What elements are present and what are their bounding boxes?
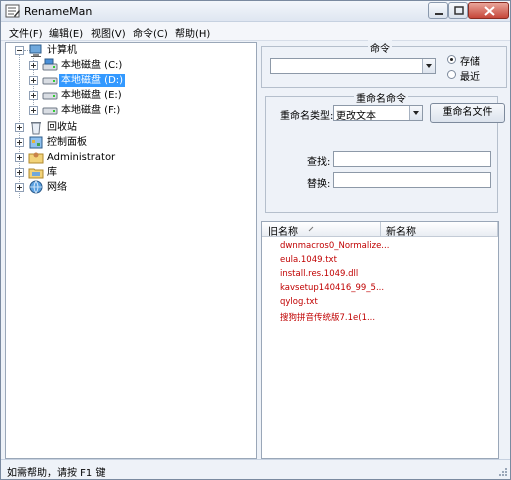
column-old-name[interactable]: 旧名称 bbox=[268, 223, 298, 238]
tree-item-network[interactable]: 网络 bbox=[10, 180, 250, 195]
column-separator[interactable] bbox=[380, 222, 381, 237]
app-window: RenameMan 文件(F) 编辑(E) 视图(V) 命令(C) 帮助(H) bbox=[0, 0, 511, 480]
tree-item-computer[interactable]: 计算机 bbox=[10, 43, 250, 58]
command-group-title: 命令 bbox=[368, 40, 392, 55]
list-item-old-name: qylog.txt bbox=[280, 297, 318, 307]
radio-store[interactable] bbox=[447, 55, 456, 64]
drive-icon bbox=[42, 77, 58, 85]
folder-tree[interactable]: 计算机 本地磁盘 (C:) 本地磁盘 (D:) 本地磁盘 (E:) 本地磁盘 (… bbox=[5, 42, 257, 459]
tree-item-administrator[interactable]: Administrator bbox=[10, 150, 250, 165]
menu-help[interactable]: 帮助(H) bbox=[175, 25, 210, 40]
library-icon bbox=[28, 168, 44, 179]
tree-item-drive-f[interactable]: 本地磁盘 (F:) bbox=[10, 103, 250, 118]
list-item[interactable]: eula.1049.txt bbox=[280, 255, 337, 265]
find-label: 查找: bbox=[307, 157, 331, 168]
minimize-button[interactable] bbox=[428, 2, 448, 19]
list-item[interactable]: kavsetup140416_99_5... bbox=[280, 283, 384, 293]
radio-recent-label: 最近 bbox=[460, 72, 480, 83]
column-separator[interactable] bbox=[497, 222, 498, 237]
replace-label: 替换: bbox=[307, 179, 331, 190]
tree-label-administrator: Administrator bbox=[47, 152, 116, 163]
expand-icon[interactable] bbox=[29, 91, 38, 100]
recycle-bin-icon bbox=[31, 122, 41, 135]
list-item[interactable]: 搜狗拼音传统版7.1e(1... bbox=[280, 311, 375, 323]
radio-store-label: 存储 bbox=[460, 57, 480, 68]
tree-label-drive-e: 本地磁盘 (E:) bbox=[61, 90, 122, 101]
replace-input[interactable] bbox=[333, 172, 491, 188]
collapse-icon[interactable] bbox=[15, 46, 24, 55]
sort-icon bbox=[308, 226, 314, 232]
list-item-old-name: install.res.1049.dll bbox=[280, 269, 359, 279]
expand-icon[interactable] bbox=[15, 183, 24, 192]
drive-icon bbox=[42, 92, 58, 100]
status-bar: 如需帮助，请按 F1 键 bbox=[1, 459, 510, 479]
title-bar[interactable]: RenameMan bbox=[1, 1, 510, 22]
user-folder-icon bbox=[28, 152, 44, 164]
chevron-down-icon[interactable] bbox=[409, 106, 422, 120]
tree-item-drive-d[interactable]: 本地磁盘 (D:) bbox=[10, 73, 250, 88]
minimize-icon bbox=[435, 13, 443, 15]
tree-label-drive-f: 本地磁盘 (F:) bbox=[61, 105, 121, 116]
rename-files-button[interactable]: 重命名文件 bbox=[430, 103, 505, 123]
expand-icon[interactable] bbox=[29, 61, 38, 70]
list-item-old-name: dwnmacros0_Normalize... bbox=[280, 241, 390, 251]
expand-icon[interactable] bbox=[29, 106, 38, 115]
tree-label-drive-d: 本地磁盘 (D:) bbox=[59, 74, 126, 87]
window-title: RenameMan bbox=[24, 5, 93, 18]
file-list[interactable]: 旧名称 新名称 dwnmacros0_Normalize... eula.104… bbox=[261, 221, 499, 459]
radio-recent[interactable] bbox=[447, 70, 456, 79]
rename-type-label: 重命名类型: bbox=[280, 111, 334, 122]
maximize-icon bbox=[454, 6, 464, 15]
maximize-button[interactable] bbox=[448, 2, 468, 19]
expand-icon[interactable] bbox=[15, 123, 24, 132]
file-list-header: 旧名称 新名称 bbox=[262, 222, 498, 238]
chevron-down-icon[interactable] bbox=[422, 59, 435, 73]
rename-type-value: 更改文本 bbox=[336, 111, 376, 122]
tree-item-libraries[interactable]: 库 bbox=[10, 165, 250, 180]
list-item[interactable]: qylog.txt bbox=[280, 297, 318, 307]
menu-file[interactable]: 文件(F) bbox=[9, 25, 43, 40]
computer-icon bbox=[29, 44, 42, 57]
list-item[interactable]: dwnmacros0_Normalize... bbox=[280, 241, 389, 251]
menu-command[interactable]: 命令(C) bbox=[133, 25, 168, 40]
app-icon bbox=[5, 4, 20, 18]
rename-group-title: 重命名命令 bbox=[354, 90, 408, 105]
drive-icon bbox=[42, 58, 58, 71]
expand-icon[interactable] bbox=[29, 76, 38, 85]
tree-label-network: 网络 bbox=[47, 182, 67, 193]
column-new-name[interactable]: 新名称 bbox=[386, 223, 416, 238]
command-dropdown[interactable] bbox=[270, 58, 436, 74]
tree-item-control-panel[interactable]: 控制面板 bbox=[10, 135, 250, 150]
list-item-old-name: eula.1049.txt bbox=[280, 255, 337, 265]
expand-icon[interactable] bbox=[15, 138, 24, 147]
close-icon bbox=[484, 6, 495, 16]
list-item-old-name: 搜狗拼音传统版7.1e(1... bbox=[280, 313, 376, 323]
rename-type-dropdown[interactable]: 更改文本 bbox=[333, 105, 423, 122]
list-item-old-name: kavsetup140416_99_5... bbox=[280, 283, 385, 293]
network-icon bbox=[29, 180, 43, 194]
resize-grip-icon[interactable] bbox=[498, 467, 508, 477]
menu-bar: 文件(F) 编辑(E) 视图(V) 命令(C) 帮助(H) bbox=[1, 22, 510, 41]
tree-item-recycle-bin[interactable]: 回收站 bbox=[10, 120, 250, 135]
tree-label-libraries: 库 bbox=[47, 167, 57, 178]
find-input[interactable] bbox=[333, 151, 491, 167]
list-item[interactable]: install.res.1049.dll bbox=[280, 269, 358, 279]
tree-label-recycle-bin: 回收站 bbox=[47, 122, 77, 133]
control-panel-icon bbox=[29, 136, 43, 149]
drive-icon bbox=[42, 107, 58, 115]
menu-view[interactable]: 视图(V) bbox=[91, 25, 126, 40]
menu-edit[interactable]: 编辑(E) bbox=[49, 25, 83, 40]
tree-label-computer: 计算机 bbox=[47, 45, 77, 56]
expand-icon[interactable] bbox=[15, 153, 24, 162]
tree-item-drive-c[interactable]: 本地磁盘 (C:) bbox=[10, 58, 250, 73]
status-text: 如需帮助，请按 F1 键 bbox=[7, 468, 106, 479]
tree-item-drive-e[interactable]: 本地磁盘 (E:) bbox=[10, 88, 250, 103]
tree-label-drive-c: 本地磁盘 (C:) bbox=[61, 60, 123, 71]
close-button[interactable] bbox=[468, 2, 509, 19]
tree-label-control-panel: 控制面板 bbox=[47, 137, 87, 148]
expand-icon[interactable] bbox=[15, 168, 24, 177]
